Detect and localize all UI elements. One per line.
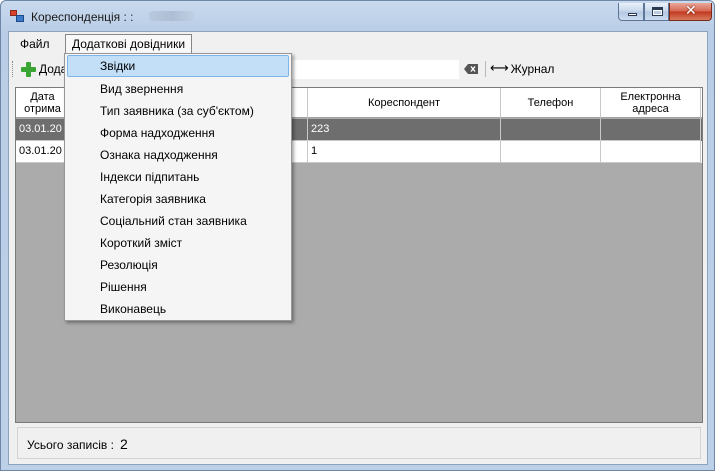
cell-email	[601, 119, 701, 141]
header-email[interactable]: Електронна адреса	[601, 88, 701, 118]
menu-item-receipt-sign[interactable]: Ознака надходження	[67, 144, 289, 166]
menu-item-resolution[interactable]: Резолюція	[67, 254, 289, 276]
title-bar[interactable]: Кореспонденція : : ✕	[1, 1, 714, 31]
window-title: Кореспонденція : :	[31, 10, 134, 24]
record-count-label: Усього записів :	[27, 438, 114, 452]
cell-correspondent: 223	[308, 119, 501, 141]
toolbar-separator	[485, 61, 486, 77]
cell-email	[601, 141, 701, 163]
close-button[interactable]: ✕	[669, 3, 712, 21]
journal-button[interactable]: ⟷ Журнал	[490, 62, 554, 76]
menu-file[interactable]: Файл	[13, 34, 57, 54]
menu-item-social-status[interactable]: Соціальний стан заявника	[67, 210, 289, 232]
toolbar-grip[interactable]	[12, 61, 15, 77]
header-date[interactable]: Дата отрима	[16, 88, 70, 118]
status-bar: Усього записів : 2	[17, 427, 701, 459]
add-button[interactable]: Дода	[21, 60, 67, 78]
search-input[interactable]	[292, 60, 459, 79]
cell-phone	[501, 119, 601, 141]
menu-item-receipt-form[interactable]: Форма надходження	[67, 122, 289, 144]
minimize-icon	[628, 13, 637, 16]
title-redacted	[149, 11, 195, 21]
journal-button-label: Журнал	[510, 62, 555, 76]
plus-icon	[21, 61, 36, 77]
minimize-button[interactable]	[618, 3, 644, 21]
cell-phone	[501, 141, 601, 163]
app-icon	[10, 10, 24, 22]
header-correspondent[interactable]: Кореспондент	[308, 88, 501, 118]
maximize-icon	[652, 7, 663, 16]
menu-dictionaries[interactable]: Додаткові довідники	[65, 34, 193, 55]
maximize-button[interactable]	[644, 3, 669, 21]
menu-item-subquestion-indexes[interactable]: Індекси підпитань	[67, 166, 289, 188]
menu-item-executor[interactable]: Виконавець	[67, 298, 289, 320]
arrows-icon: ⟷	[490, 61, 509, 76]
dictionaries-dropdown: Звідки Вид звернення Тип заявника (за су…	[64, 53, 292, 321]
menu-item-summary[interactable]: Короткий зміст	[67, 232, 289, 254]
clear-icon[interactable]	[464, 64, 478, 74]
record-count-value: 2	[120, 436, 128, 452]
menu-item-decision[interactable]: Рішення	[67, 276, 289, 298]
main-window: Кореспонденція : : ✕ Файл Додаткові дові…	[0, 0, 715, 471]
menu-item-applicant-type[interactable]: Тип заявника (за суб'єктом)	[67, 100, 289, 122]
menu-item-appeal-type[interactable]: Вид звернення	[67, 78, 289, 100]
menu-bar: Файл Додаткові довідники	[9, 32, 707, 55]
menu-item-source[interactable]: Звідки	[67, 55, 289, 77]
header-phone[interactable]: Телефон	[501, 88, 601, 118]
cell-correspondent: 1	[308, 141, 501, 163]
menu-item-applicant-category[interactable]: Категорія заявника	[67, 188, 289, 210]
close-icon: ✕	[685, 3, 697, 19]
cell-date: 03.01.20	[16, 141, 70, 163]
cell-date: 03.01.20	[16, 119, 70, 141]
